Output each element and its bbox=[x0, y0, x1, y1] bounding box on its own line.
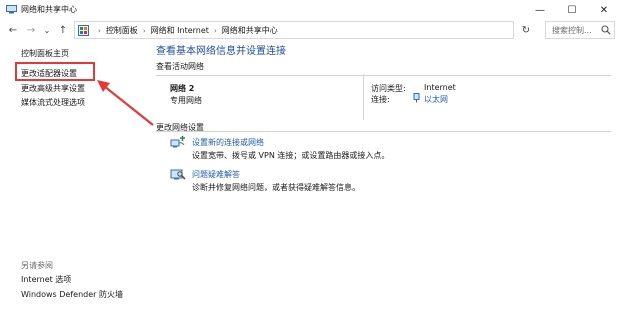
section-divider bbox=[156, 131, 611, 132]
troubleshoot-problems-description: 诊断并修复网络问题，或者获得疑难解答信息。 bbox=[192, 183, 360, 192]
recent-locations-chevron-icon[interactable]: ⌄ bbox=[40, 23, 54, 37]
setup-new-connection-description: 设置宽带、拨号或 VPN 连接；或设置路由器或接入点。 bbox=[192, 151, 390, 160]
page-title: 查看基本网络信息并设置连接 bbox=[156, 46, 286, 57]
maximize-button[interactable]: ☐ bbox=[556, 0, 588, 20]
refresh-icon[interactable]: ↻ bbox=[518, 23, 534, 38]
search-placeholder: 搜索控制... bbox=[552, 26, 592, 35]
title-bar: 网络和共享中心 — ☐ ✕ bbox=[0, 0, 620, 20]
control-panel-icon bbox=[78, 25, 89, 36]
network-center-icon bbox=[6, 5, 17, 14]
sidebar-item-advanced-sharing-settings[interactable]: 更改高级共享设置 bbox=[21, 83, 85, 94]
access-type-value: Internet bbox=[424, 83, 456, 92]
up-arrow-icon[interactable]: ↑ bbox=[56, 23, 70, 37]
section-divider-vertical bbox=[363, 74, 364, 120]
windows-defender-firewall-link[interactable]: Windows Defender 防火墙 bbox=[21, 289, 123, 300]
main-content: 查看基本网络信息并设置连接 查看活动网络 网络 2 专用网络 访问类型: Int… bbox=[148, 42, 620, 309]
breadcrumb-separator-icon: › bbox=[98, 26, 101, 35]
minimize-button[interactable]: — bbox=[524, 0, 556, 20]
close-button[interactable]: ✕ bbox=[588, 0, 620, 20]
breadcrumb-separator-icon: › bbox=[142, 26, 146, 35]
internet-options-link[interactable]: Internet 选项 bbox=[21, 274, 71, 285]
see-also-heading: 另请参阅 bbox=[21, 261, 53, 270]
sidebar: 控制面板主页 更改适配器设置 更改高级共享设置 媒体流式处理选项 另请参阅 In… bbox=[0, 42, 148, 309]
new-connection-icon bbox=[170, 136, 185, 148]
breadcrumb: › 控制面板 › 网络和 Internet › 网络和共享中心 bbox=[93, 25, 278, 36]
ethernet-connection-link[interactable]: 以太网 bbox=[424, 94, 448, 105]
access-type-label: 访问类型: bbox=[371, 84, 406, 93]
highlight-annotation-box bbox=[15, 62, 95, 81]
ethernet-icon bbox=[413, 93, 420, 103]
search-icon bbox=[601, 25, 611, 35]
section-divider bbox=[156, 75, 611, 76]
address-field[interactable]: › 控制面板 › 网络和 Internet › 网络和共享中心 ⌄ bbox=[74, 21, 575, 39]
breadcrumb-network-sharing-center[interactable]: 网络和共享中心 bbox=[222, 25, 278, 36]
network-category: 专用网络 bbox=[170, 96, 202, 105]
active-networks-heading: 查看活动网络 bbox=[156, 62, 204, 71]
troubleshoot-icon bbox=[170, 169, 186, 180]
back-arrow-icon[interactable]: ← bbox=[6, 23, 20, 37]
sidebar-item-media-streaming-options[interactable]: 媒体流式处理选项 bbox=[21, 97, 85, 108]
network-name: 网络 2 bbox=[170, 84, 195, 93]
search-input[interactable]: 搜索控制... bbox=[545, 21, 615, 39]
breadcrumb-control-panel[interactable]: 控制面板 bbox=[106, 25, 138, 36]
breadcrumb-separator-icon: › bbox=[213, 26, 217, 35]
window-title: 网络和共享中心 bbox=[21, 5, 77, 14]
sidebar-item-control-panel-home[interactable]: 控制面板主页 bbox=[21, 48, 69, 59]
address-bar: ← → ⌄ ↑ › 控制面板 › 网络和 Internet › 网络和共享中心 … bbox=[0, 20, 620, 42]
forward-arrow-icon[interactable]: → bbox=[24, 23, 38, 37]
connections-label: 连接: bbox=[371, 95, 390, 104]
troubleshoot-problems-link[interactable]: 问题疑难解答 bbox=[192, 169, 240, 180]
breadcrumb-network-internet[interactable]: 网络和 Internet bbox=[151, 25, 209, 36]
setup-new-connection-link[interactable]: 设置新的连接或网络 bbox=[192, 137, 264, 148]
